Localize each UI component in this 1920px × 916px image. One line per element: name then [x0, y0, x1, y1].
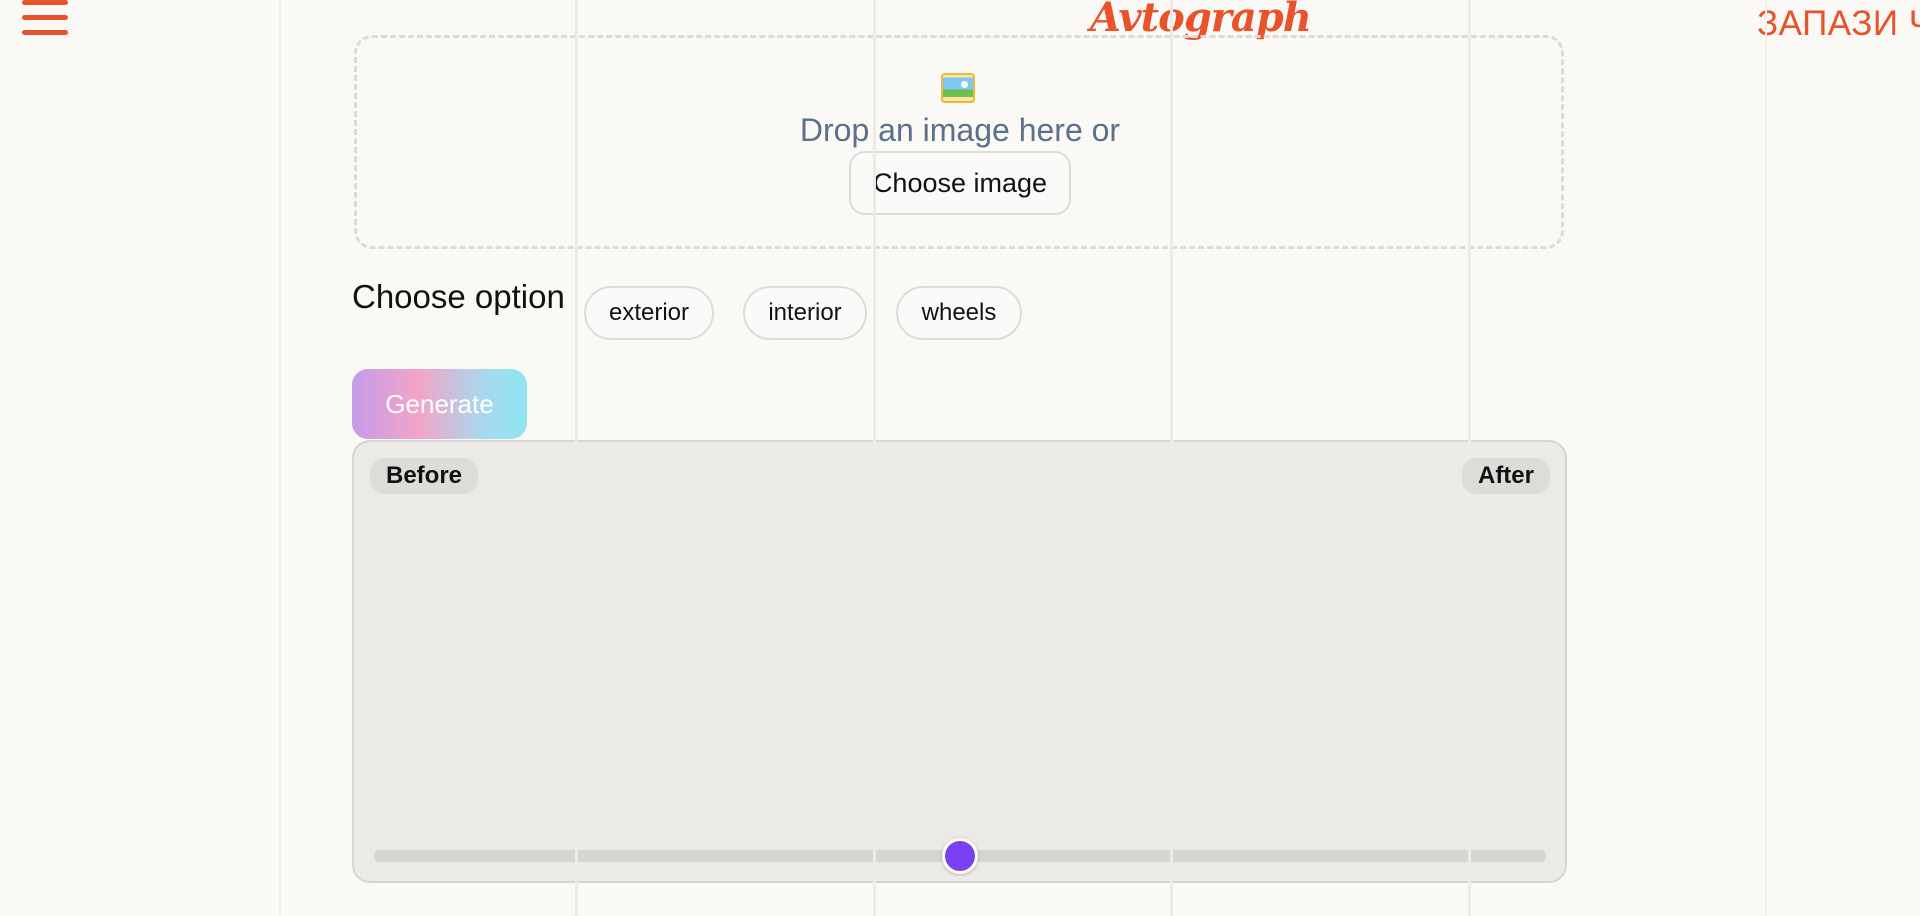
- compare-slider-handle[interactable]: [942, 838, 978, 874]
- before-badge: Before: [370, 458, 479, 494]
- layout-guide-line: [1765, 0, 1767, 916]
- page: Avtograph ЗАПАЗИ Ч Drop an image here or…: [0, 0, 1920, 916]
- choose-option-label: Choose option: [352, 278, 565, 315]
- option-interior-button[interactable]: interior: [743, 286, 867, 340]
- layout-guide-line: [279, 0, 281, 916]
- framed-picture-icon: [941, 73, 975, 103]
- option-wheels-button[interactable]: wheels: [896, 286, 1022, 340]
- hamburger-icon[interactable]: [22, 0, 68, 38]
- header-cta-link[interactable]: ЗАПАЗИ Ч: [1757, 4, 1920, 44]
- choose-image-button[interactable]: Choose image: [849, 151, 1071, 215]
- before-after-compare[interactable]: [352, 440, 1567, 883]
- after-badge: After: [1461, 458, 1550, 494]
- generate-button[interactable]: Generate: [352, 369, 527, 439]
- dropzone-prompt: Drop an image here or: [799, 112, 1121, 148]
- option-exterior-button[interactable]: exterior: [584, 286, 714, 340]
